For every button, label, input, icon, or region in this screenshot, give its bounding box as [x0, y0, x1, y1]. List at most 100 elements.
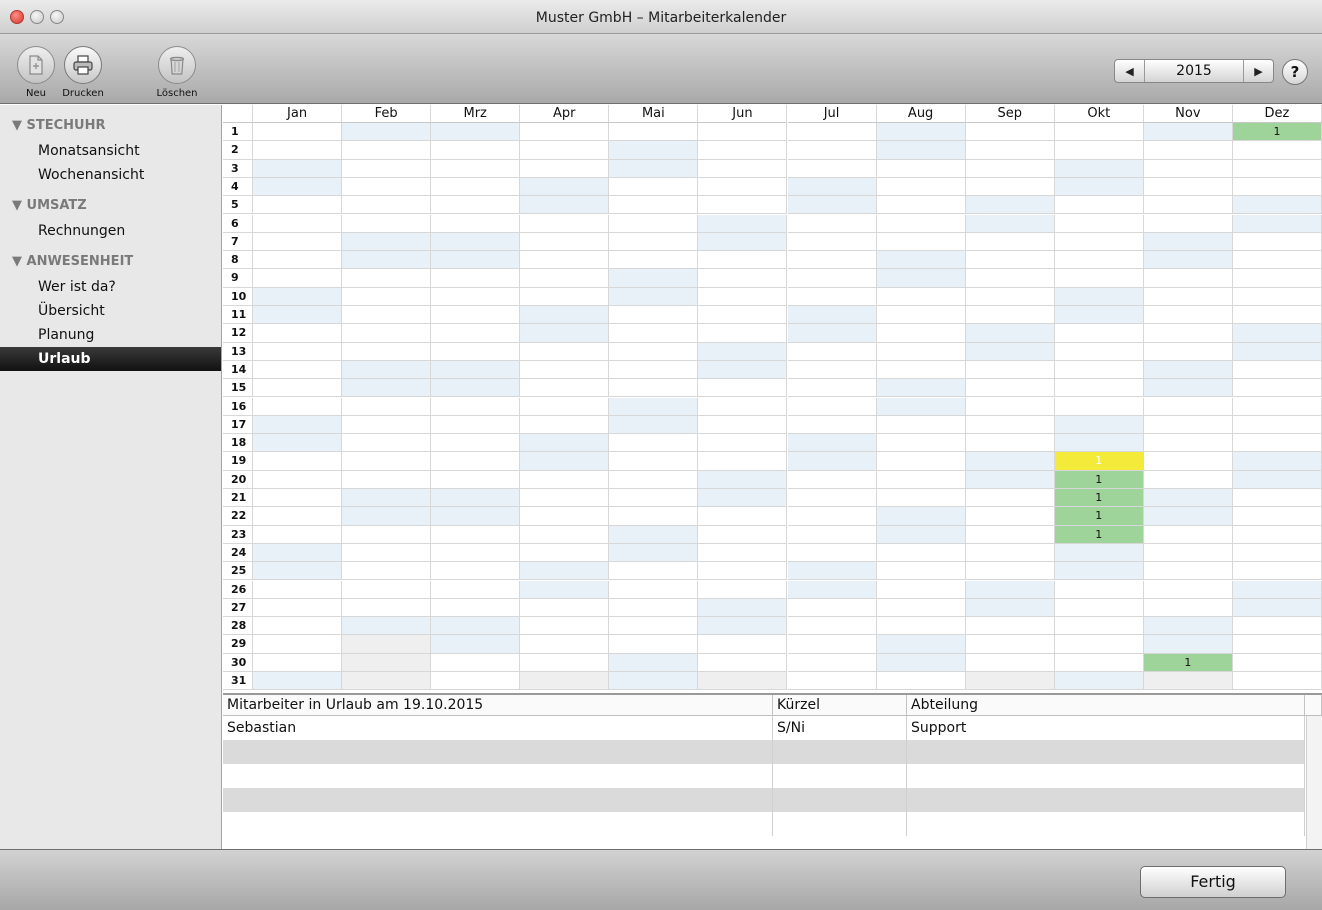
calendar-day-cell[interactable] [965, 562, 1055, 581]
calendar-day-cell[interactable] [876, 635, 966, 654]
calendar-day-cell[interactable] [431, 159, 521, 178]
calendar-day-cell[interactable] [520, 342, 610, 361]
calendar-day-cell[interactable] [698, 177, 788, 197]
calendar-day-cell[interactable] [787, 397, 877, 416]
calendar-day-cell[interactable] [965, 635, 1055, 654]
calendar-day-cell[interactable] [1232, 324, 1322, 343]
calendar-day-cell[interactable] [431, 635, 521, 654]
calendar-day-cell[interactable] [876, 672, 966, 691]
calendar-day-cell[interactable] [876, 507, 966, 526]
calendar-day-cell[interactable] [609, 598, 699, 618]
calendar-day-cell[interactable] [342, 415, 432, 435]
calendar-day-cell[interactable] [1232, 360, 1322, 380]
calendar-day-cell[interactable] [1054, 287, 1144, 306]
calendar-day-cell[interactable] [876, 489, 966, 508]
calendar-day-cell[interactable] [787, 232, 877, 252]
calendar-day-cell[interactable] [431, 379, 521, 398]
detail-column-header[interactable]: Abteilung [907, 695, 1305, 716]
calendar-day-cell[interactable] [787, 617, 877, 636]
calendar-day-cell[interactable] [1232, 196, 1322, 215]
calendar-day-cell[interactable] [431, 489, 521, 508]
calendar-day-cell[interactable] [520, 214, 610, 233]
calendar-day-cell[interactable] [342, 159, 432, 178]
calendar-day-cell[interactable] [253, 635, 343, 654]
calendar-day-cell[interactable] [1232, 397, 1322, 416]
calendar-day-cell[interactable] [787, 324, 877, 343]
previous-year-button[interactable]: ◀ [1115, 60, 1145, 82]
calendar-day-cell[interactable] [698, 141, 788, 160]
calendar-day-cell[interactable] [1232, 159, 1322, 178]
close-window-button[interactable] [10, 10, 24, 24]
calendar-day-cell[interactable] [520, 141, 610, 160]
calendar-day-cell[interactable] [787, 415, 877, 435]
calendar-day-cell[interactable] [698, 269, 788, 288]
calendar-day-cell[interactable] [698, 635, 788, 654]
calendar-day-cell[interactable] [876, 141, 966, 160]
sidebar-item[interactable]: Urlaub [0, 347, 221, 371]
calendar-day-cell[interactable] [1054, 360, 1144, 380]
sidebar-item[interactable]: Wer ist da? [0, 275, 221, 299]
calendar-day-cell[interactable] [431, 306, 521, 325]
calendar-day-cell[interactable] [520, 177, 610, 197]
calendar-day-cell[interactable]: 1 [1054, 452, 1144, 471]
calendar-day-cell[interactable] [609, 306, 699, 325]
calendar-day-cell[interactable] [1054, 580, 1144, 599]
calendar-day-cell[interactable] [1143, 159, 1233, 178]
calendar-day-cell[interactable] [342, 306, 432, 325]
calendar-day-cell[interactable] [431, 397, 521, 416]
calendar-day-cell[interactable] [1054, 141, 1144, 160]
calendar-day-cell[interactable] [342, 141, 432, 160]
calendar-day-cell[interactable] [342, 452, 432, 471]
zoom-window-button[interactable] [50, 10, 64, 24]
calendar-day-cell[interactable] [965, 452, 1055, 471]
calendar-day-cell[interactable] [609, 397, 699, 416]
calendar-day-cell[interactable] [787, 196, 877, 215]
sidebar-item[interactable]: Monatsansicht [0, 139, 221, 163]
calendar-day-cell[interactable] [1232, 525, 1322, 544]
calendar-day-cell[interactable]: 1 [1054, 489, 1144, 508]
calendar-day-cell[interactable] [431, 580, 521, 599]
sidebar-item[interactable]: Planung [0, 323, 221, 347]
calendar-day-cell[interactable] [787, 653, 877, 672]
calendar-day-cell[interactable] [698, 470, 788, 489]
calendar-day-cell[interactable] [876, 580, 966, 599]
calendar-day-cell[interactable] [609, 415, 699, 435]
calendar-day-cell[interactable] [609, 489, 699, 508]
calendar-day-cell[interactable] [1054, 598, 1144, 618]
calendar-day-cell[interactable] [1232, 507, 1322, 526]
calendar-day-cell[interactable] [965, 415, 1055, 435]
calendar-day-cell[interactable] [609, 324, 699, 343]
calendar-day-cell[interactable]: 1 [1054, 507, 1144, 526]
calendar-day-cell[interactable] [431, 452, 521, 471]
calendar-day-cell[interactable] [876, 415, 966, 435]
calendar-day-cell[interactable] [1143, 580, 1233, 599]
calendar-day-cell[interactable] [253, 269, 343, 288]
calendar-day-cell[interactable] [1232, 269, 1322, 288]
calendar-day-cell[interactable] [520, 397, 610, 416]
calendar-day-cell[interactable] [787, 379, 877, 398]
calendar-day-cell[interactable] [965, 489, 1055, 508]
calendar-day-cell[interactable] [965, 543, 1055, 563]
calendar-day-cell[interactable] [609, 635, 699, 654]
calendar-day-cell[interactable] [876, 177, 966, 197]
calendar-day-cell[interactable] [253, 525, 343, 544]
calendar-day-cell[interactable] [876, 653, 966, 672]
calendar-day-cell[interactable] [965, 653, 1055, 672]
calendar-day-cell[interactable] [342, 177, 432, 197]
calendar-day-cell[interactable] [1054, 123, 1144, 142]
calendar-day-cell[interactable] [520, 360, 610, 380]
calendar-day-cell[interactable] [1232, 342, 1322, 361]
calendar-day-cell[interactable] [1054, 617, 1144, 636]
calendar-day-cell[interactable] [876, 324, 966, 343]
calendar-day-cell[interactable] [965, 525, 1055, 544]
calendar-day-cell[interactable] [787, 525, 877, 544]
calendar-day-cell[interactable] [787, 141, 877, 160]
calendar-day-cell[interactable] [431, 269, 521, 288]
calendar-day-cell[interactable] [876, 287, 966, 306]
calendar-day-cell[interactable] [1054, 635, 1144, 654]
calendar-day-cell[interactable] [1143, 287, 1233, 306]
calendar-day-cell[interactable] [787, 214, 877, 233]
calendar-day-cell[interactable] [787, 269, 877, 288]
calendar-day-cell[interactable] [609, 141, 699, 160]
calendar-day-cell[interactable] [787, 123, 877, 142]
